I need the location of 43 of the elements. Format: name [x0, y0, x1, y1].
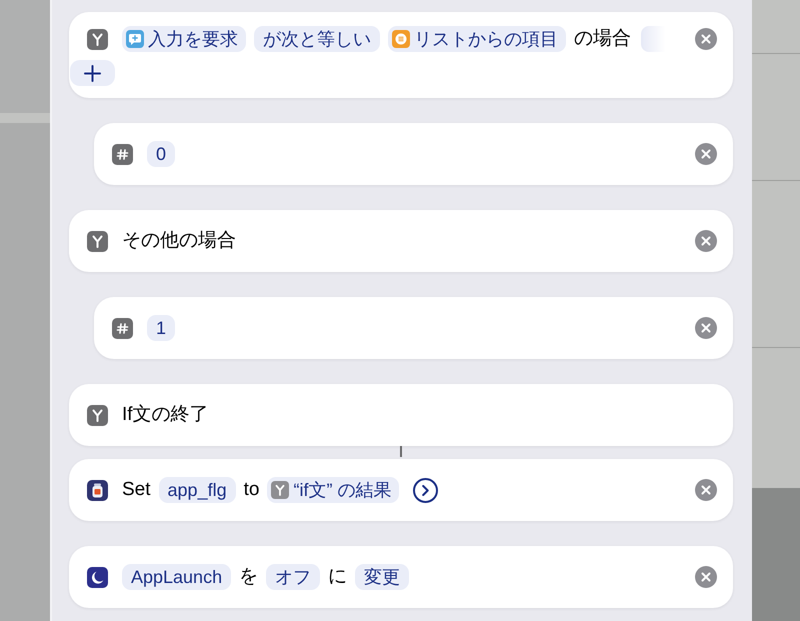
parameter-token[interactable]: リストからの項目	[388, 26, 566, 52]
parameter-token[interactable]: AppLaunch	[122, 564, 232, 590]
close-button[interactable]	[695, 317, 717, 339]
branch-icon	[87, 230, 108, 252]
parameter-token[interactable]: が次と等しい	[254, 26, 380, 52]
action-text: に	[328, 565, 348, 589]
close-icon	[701, 236, 711, 246]
close-button[interactable]	[695, 230, 717, 252]
parameter-token[interactable]: オフ	[266, 564, 320, 590]
speech-bubble-icon	[126, 30, 144, 48]
moon-icon	[87, 566, 108, 588]
action-text: を	[239, 565, 258, 589]
close-icon	[701, 34, 711, 44]
hash-icon	[112, 144, 133, 164]
close-icon	[701, 485, 711, 495]
parameter-token[interactable]: 入力を要求	[122, 26, 246, 52]
close-icon	[701, 149, 711, 159]
action-text: Set	[122, 478, 151, 502]
branch-icon	[87, 404, 108, 426]
list-icon	[392, 30, 410, 48]
close-icon	[701, 323, 711, 333]
close-icon	[701, 572, 711, 582]
close-button[interactable]	[695, 143, 717, 165]
action-text: の場合	[574, 27, 631, 51]
chevron-button[interactable]	[413, 478, 438, 502]
action-text: その他の場合	[122, 229, 236, 253]
close-button[interactable]	[695, 566, 717, 588]
parameter-token[interactable]: 1	[147, 315, 176, 341]
branch-icon	[87, 28, 108, 50]
jar-icon	[87, 480, 108, 500]
parameter-token[interactable]: app_flg	[158, 477, 236, 503]
close-button[interactable]	[695, 479, 717, 501]
branch-icon	[271, 481, 290, 499]
parameter-token[interactable]: “if文” の結果	[267, 477, 400, 503]
chevron-icon	[422, 484, 430, 496]
close-button[interactable]	[695, 28, 717, 50]
hash-icon	[112, 318, 133, 338]
action-text: If文の終了	[122, 403, 209, 427]
add-button[interactable]	[70, 60, 115, 86]
parameter-token[interactable]: 変更	[355, 564, 410, 590]
action-text: to	[244, 478, 260, 502]
parameter-token[interactable]: 0	[147, 141, 176, 167]
plus-icon	[84, 64, 101, 82]
